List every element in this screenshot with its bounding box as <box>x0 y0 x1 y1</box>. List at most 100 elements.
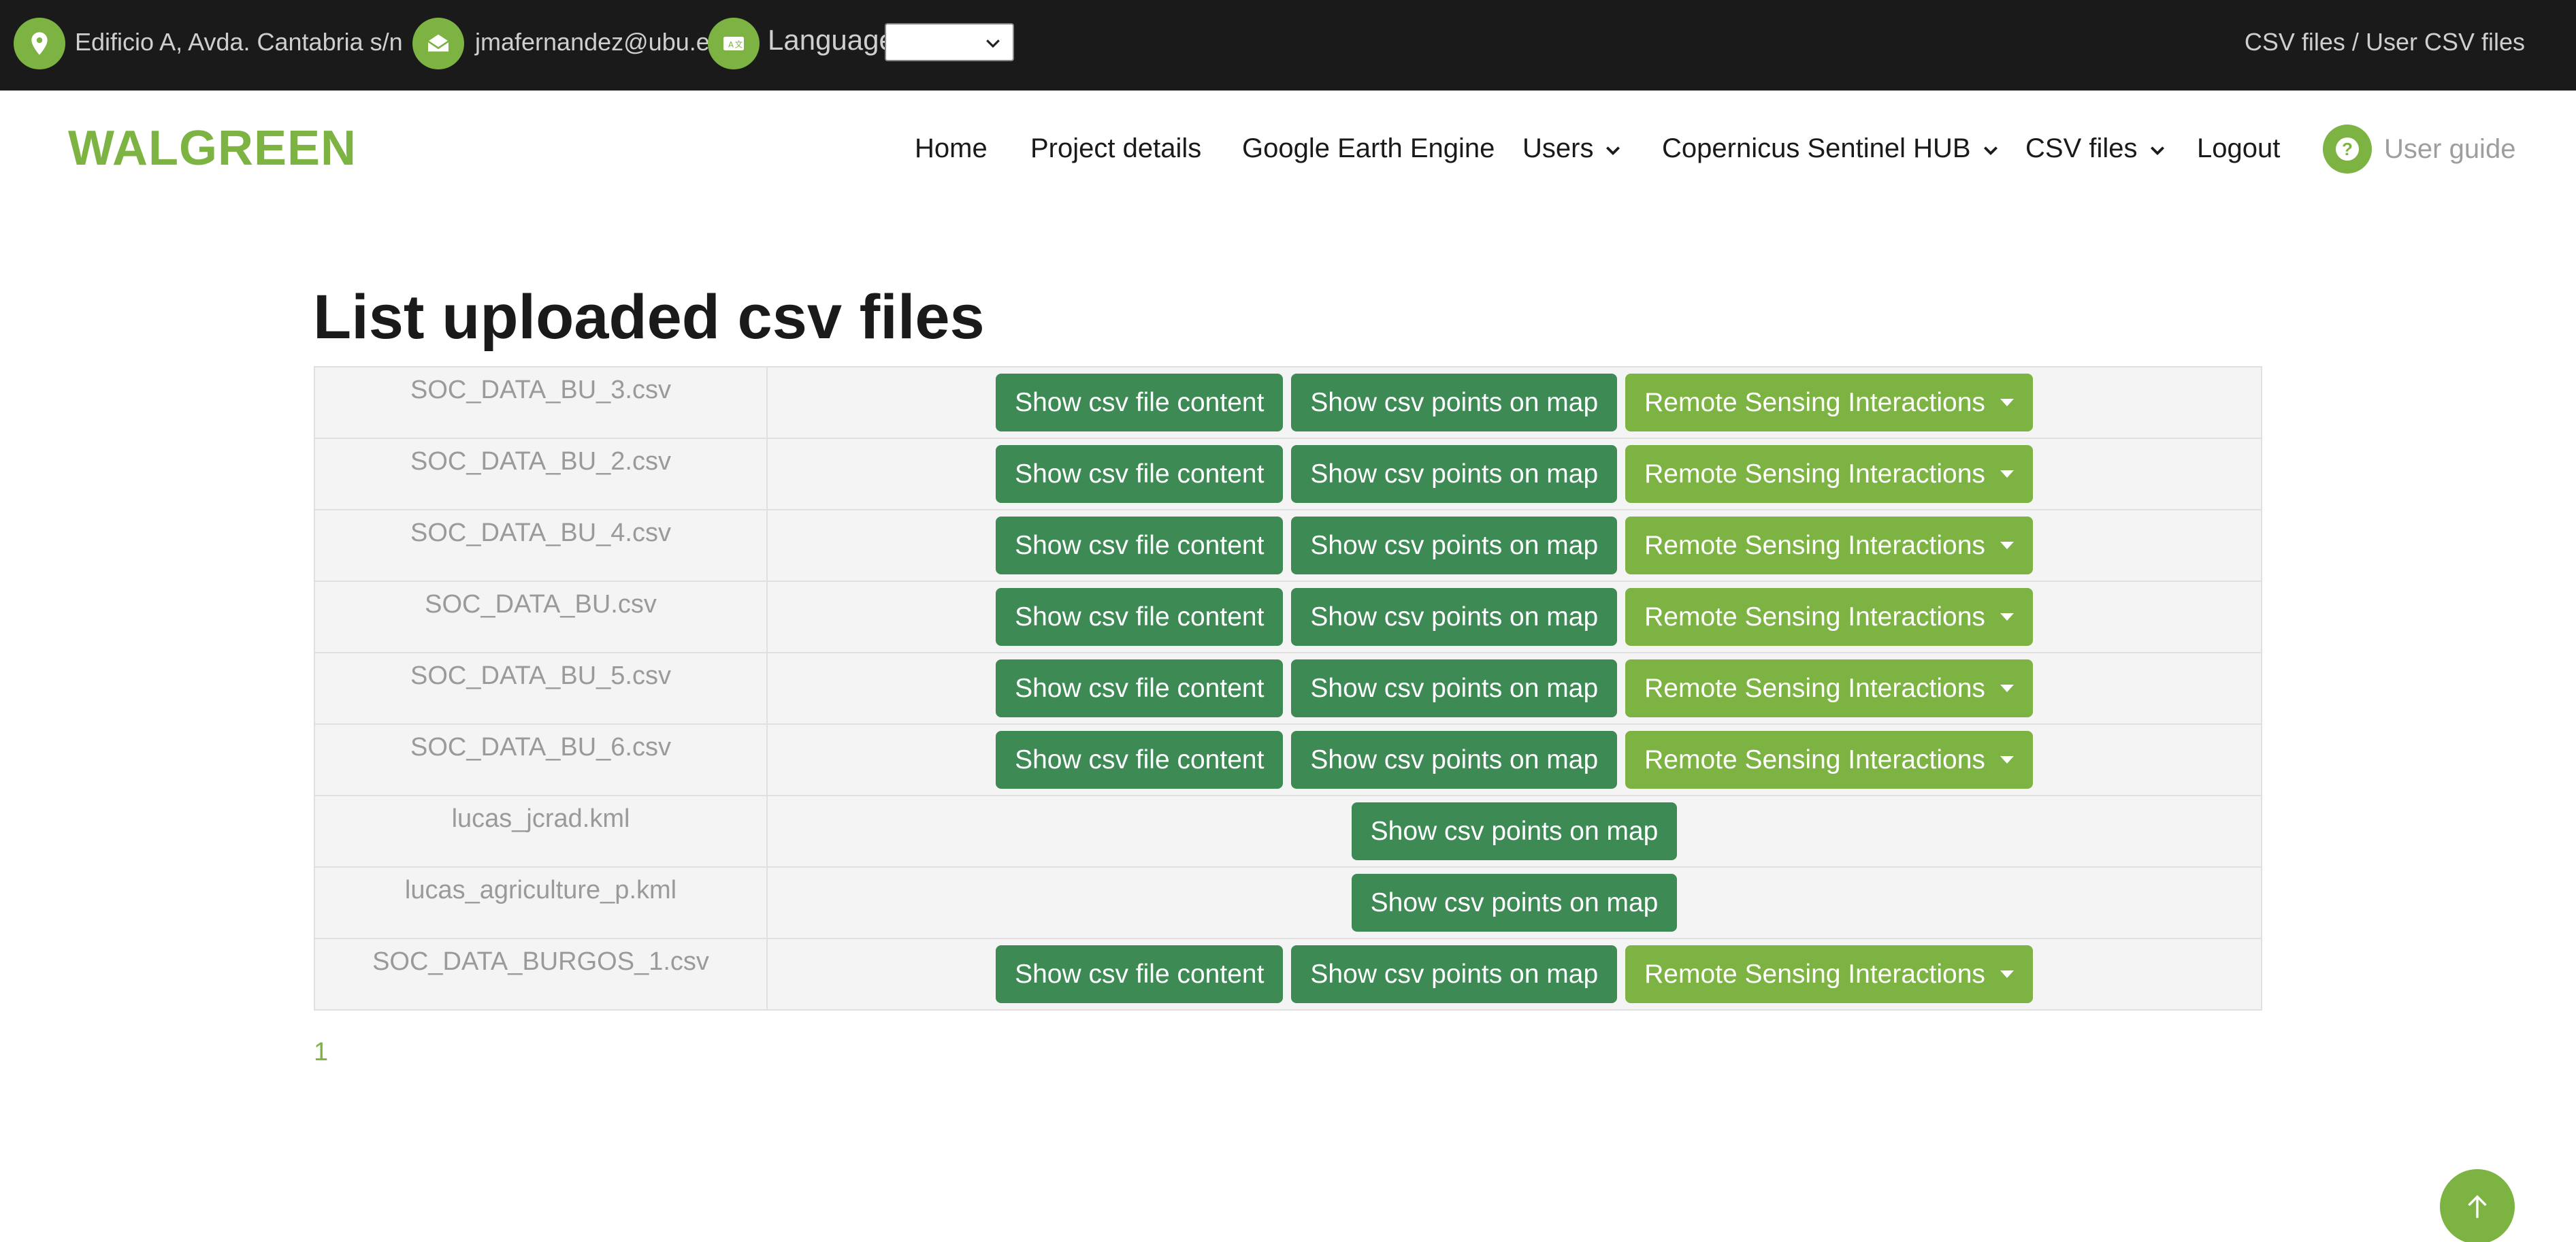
remote-sensing-interactions-dropdown-label: Remote Sensing Interactions <box>1644 959 1985 989</box>
nav-label: Logout <box>2197 133 2281 163</box>
pagination-page-1[interactable]: 1 <box>314 1036 328 1068</box>
chevron-down-icon <box>2150 146 2164 156</box>
show-csv-content-button[interactable]: Show csv file content <box>996 374 1284 431</box>
file-actions-group: Show csv file content Show csv points on … <box>996 445 2033 503</box>
remote-sensing-interactions-dropdown[interactable]: Remote Sensing Interactions <box>1625 659 2033 717</box>
file-actions-group: Show csv points on map <box>1351 802 1678 860</box>
show-csv-content-button[interactable]: Show csv file content <box>996 659 1284 717</box>
top-info-bar: Edificio A, Avda. Cantabria s/n jmaferna… <box>0 0 2576 91</box>
show-csv-points-map-button[interactable]: Show csv points on map <box>1291 945 1618 1003</box>
nav-google-earth-engine[interactable]: Google Earth Engine <box>1242 131 1495 166</box>
file-name-cell: lucas_agriculture_p.kml <box>314 866 768 939</box>
show-csv-points-map-button-label: Show csv points on map <box>1310 459 1599 489</box>
show-csv-content-button-label: Show csv file content <box>1015 959 1265 989</box>
arrow-up-icon <box>2468 1195 2487 1218</box>
remote-sensing-interactions-dropdown-label: Remote Sensing Interactions <box>1644 673 1985 703</box>
caret-down-icon <box>2000 542 2014 549</box>
remote-sensing-interactions-dropdown[interactable]: Remote Sensing Interactions <box>1625 445 2033 503</box>
table-row: SOC_DATA_BU_5.csv Show csv file content Sh… <box>314 652 2262 725</box>
location-pin-icon <box>14 18 65 69</box>
show-csv-points-map-button-label: Show csv points on map <box>1370 816 1659 846</box>
breadcrumb: CSV files / User CSV files <box>2244 28 2525 56</box>
nav-home[interactable]: Home <box>915 131 988 166</box>
show-csv-points-map-button-label: Show csv points on map <box>1310 673 1599 703</box>
file-actions-cell: Show csv points on map <box>766 866 2262 939</box>
show-csv-points-map-button[interactable]: Show csv points on map <box>1291 659 1618 717</box>
table-row: SOC_DATA_BU.csv Show csv file content Show… <box>314 581 2262 653</box>
remote-sensing-interactions-dropdown-label: Remote Sensing Interactions <box>1644 745 1985 774</box>
nav-csv-files-dropdown[interactable]: CSV files <box>2025 131 2166 166</box>
language-select[interactable] <box>885 23 1014 61</box>
address-text: Edificio A, Avda. Cantabria s/n <box>75 28 403 56</box>
remote-sensing-interactions-dropdown-label: Remote Sensing Interactions <box>1644 459 1985 489</box>
file-actions-cell: Show csv file content Show csv points on … <box>766 366 2262 439</box>
show-csv-points-map-button-label: Show csv points on map <box>1310 959 1599 989</box>
file-name-cell: SOC_DATA_BURGOS_1.csv <box>314 938 768 1011</box>
show-csv-points-map-button-label: Show csv points on map <box>1310 745 1599 774</box>
email-link[interactable]: jmafernandez@ubu.es <box>475 27 722 57</box>
caret-down-icon <box>2000 756 2014 764</box>
caret-down-icon <box>2000 470 2014 478</box>
scroll-to-top-button[interactable] <box>2440 1169 2515 1242</box>
file-actions-cell: Show csv file content Show csv points on … <box>766 509 2262 582</box>
show-csv-points-map-button[interactable]: Show csv points on map <box>1291 374 1618 431</box>
remote-sensing-interactions-dropdown[interactable]: Remote Sensing Interactions <box>1625 374 2033 431</box>
file-actions-group: Show csv file content Show csv points on … <box>996 659 2033 717</box>
file-name-cell: SOC_DATA_BU_2.csv <box>314 438 768 510</box>
remote-sensing-interactions-dropdown-label: Remote Sensing Interactions <box>1644 387 1985 417</box>
remote-sensing-interactions-dropdown[interactable]: Remote Sensing Interactions <box>1625 588 2033 646</box>
file-name-cell: lucas_jcrad.kml <box>314 795 768 868</box>
show-csv-points-map-button-label: Show csv points on map <box>1310 602 1599 632</box>
remote-sensing-interactions-dropdown[interactable]: Remote Sensing Interactions <box>1625 517 2033 574</box>
file-name-cell: SOC_DATA_BU_3.csv <box>314 366 768 439</box>
chevron-down-icon <box>1606 146 1620 156</box>
show-csv-content-button-label: Show csv file content <box>1015 673 1265 703</box>
nav-users-dropdown[interactable]: Users <box>1522 131 1622 166</box>
help-icon[interactable]: ? <box>2323 125 2372 174</box>
show-csv-content-button[interactable]: Show csv file content <box>996 517 1284 574</box>
language-label: Language: <box>768 24 903 56</box>
file-actions-group: Show csv file content Show csv points on … <box>996 517 2033 574</box>
nav-project-details[interactable]: Project details <box>1030 131 1201 166</box>
nav-copernicus-dropdown[interactable]: Copernicus Sentinel HUB <box>1662 131 2000 166</box>
table-row: SOC_DATA_BU_4.csv Show csv file content Sh… <box>314 509 2262 582</box>
file-name-cell: SOC_DATA_BU_4.csv <box>314 509 768 582</box>
show-csv-points-map-button[interactable]: Show csv points on map <box>1351 874 1678 932</box>
nav-label: Google Earth Engine <box>1242 133 1495 163</box>
file-actions-cell: Show csv file content Show csv points on … <box>766 723 2262 796</box>
site-logo[interactable]: WALGREEN <box>68 117 357 180</box>
remote-sensing-interactions-dropdown[interactable]: Remote Sensing Interactions <box>1625 945 2033 1003</box>
show-csv-content-button[interactable]: Show csv file content <box>996 445 1284 503</box>
file-actions-group: Show csv file content Show csv points on … <box>996 588 2033 646</box>
show-csv-points-map-button[interactable]: Show csv points on map <box>1291 731 1618 789</box>
user-guide-link[interactable]: User guide <box>2384 131 2515 167</box>
show-csv-content-button[interactable]: Show csv file content <box>996 945 1284 1003</box>
chevron-down-icon <box>1983 146 1998 156</box>
caret-down-icon <box>2000 399 2014 406</box>
show-csv-points-map-button[interactable]: Show csv points on map <box>1291 517 1618 574</box>
remote-sensing-interactions-dropdown[interactable]: Remote Sensing Interactions <box>1625 731 2033 789</box>
file-actions-cell: Show csv file content Show csv points on … <box>766 438 2262 510</box>
nav-label: Project details <box>1030 133 1202 163</box>
table-row: SOC_DATA_BURGOS_1.csv Show csv file conte… <box>314 938 2262 1011</box>
show-csv-content-button[interactable]: Show csv file content <box>996 588 1284 646</box>
show-csv-content-button-label: Show csv file content <box>1015 459 1265 489</box>
remote-sensing-interactions-dropdown-label: Remote Sensing Interactions <box>1644 602 1985 632</box>
show-csv-points-map-button[interactable]: Show csv points on map <box>1291 588 1618 646</box>
nav-logout[interactable]: Logout <box>2197 131 2280 166</box>
show-csv-points-map-button[interactable]: Show csv points on map <box>1291 445 1618 503</box>
caret-down-icon <box>2000 970 2014 978</box>
show-csv-content-button-label: Show csv file content <box>1015 602 1265 632</box>
remote-sensing-interactions-dropdown-label: Remote Sensing Interactions <box>1644 530 1985 560</box>
show-csv-content-button[interactable]: Show csv file content <box>996 731 1284 789</box>
show-csv-points-map-button-label: Show csv points on map <box>1310 387 1599 417</box>
show-csv-points-map-button[interactable]: Show csv points on map <box>1351 802 1678 860</box>
table-row: SOC_DATA_BU_6.csv Show csv file content Sh… <box>314 723 2262 796</box>
nav-label: CSV files <box>2025 133 2138 163</box>
csv-files-table-body: SOC_DATA_BU_3.csv Show csv file content Sh… <box>314 366 2262 1011</box>
file-name-cell: SOC_DATA_BU_5.csv <box>314 652 768 725</box>
table-row: lucas_agriculture_p.kml Show csv points o… <box>314 866 2262 939</box>
table-row: SOC_DATA_BU_3.csv Show csv file content Sh… <box>314 366 2262 439</box>
csv-files-table: SOC_DATA_BU_3.csv Show csv file content Sh… <box>314 366 2262 1011</box>
svg-text:文: 文 <box>735 39 743 49</box>
